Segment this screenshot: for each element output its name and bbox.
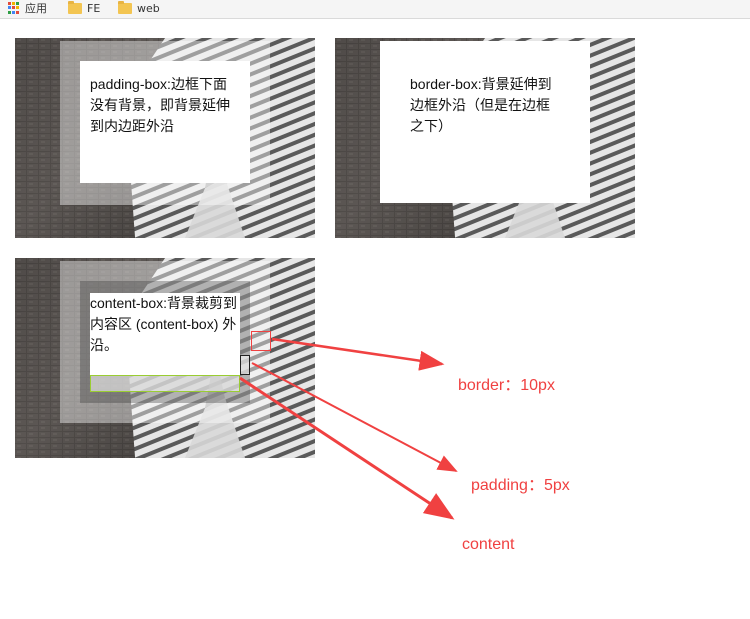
arrow-to-border-label [271,337,445,371]
border-annotation-label: border：10px [458,377,555,394]
arrow-to-content-label [239,376,455,520]
padding-annotation-label: padding：5px [471,477,570,494]
annotation-arrows [239,337,458,520]
content-annotation-label: content [462,536,515,553]
